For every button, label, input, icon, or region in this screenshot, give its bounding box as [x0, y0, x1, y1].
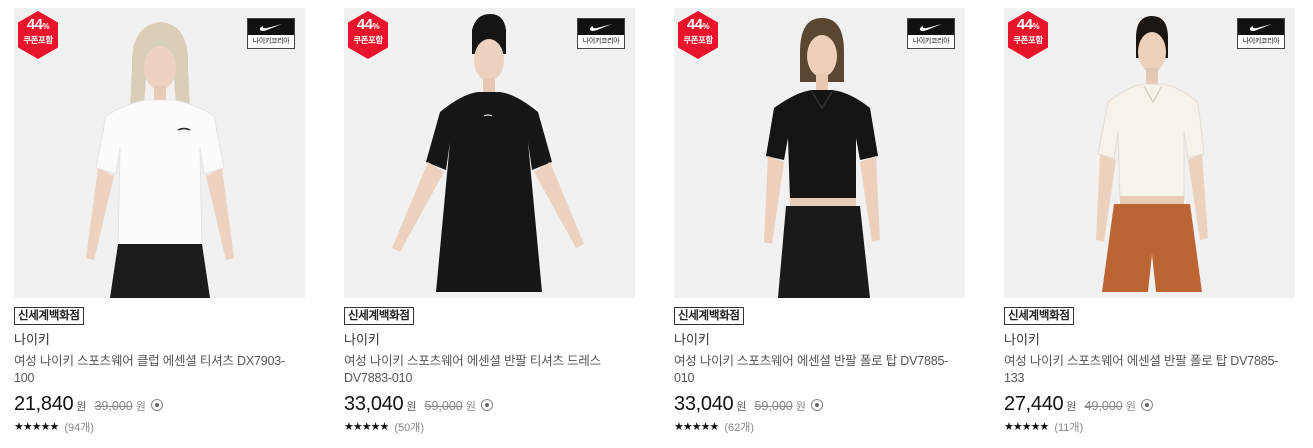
brand-logo-label: 나이키코리아: [912, 38, 950, 45]
price-info-icon[interactable]: [150, 399, 163, 411]
currency-unit: 원: [736, 401, 747, 413]
rating-row: ★★★★★ (62개): [674, 419, 965, 435]
brand-name[interactable]: 나이키: [344, 332, 635, 348]
review-count[interactable]: (11개): [1054, 419, 1083, 435]
product-image[interactable]: 44% 쿠폰포함 나이키코리아: [1004, 8, 1295, 298]
swoosh-icon: [259, 23, 282, 31]
badge-coupon-label: 쿠폰포함: [683, 35, 713, 45]
product-card[interactable]: 44% 쿠폰포함 나이키코리아 신세계백화점 나이키 여성 나이키 스포츠웨어 …: [14, 8, 305, 435]
currency-unit: 원: [406, 401, 417, 413]
badge-coupon-label: 쿠폰포함: [353, 35, 383, 45]
star-rating: ★★★★★: [1004, 421, 1049, 433]
sale-price: 27,440: [1004, 393, 1064, 415]
price-row: 33,040 원 59,000 원: [344, 393, 635, 416]
brand-name[interactable]: 나이키: [1004, 332, 1295, 348]
product-image[interactable]: 44% 쿠폰포함 나이키코리아: [14, 8, 305, 298]
currency-unit: 원: [1066, 401, 1077, 413]
badge-coupon-label: 쿠폰포함: [1013, 35, 1043, 45]
brand-name[interactable]: 나이키: [14, 332, 305, 348]
store-tag: 신세계백화점: [1004, 307, 1074, 325]
swoosh-icon: [1249, 23, 1272, 31]
price-info-icon[interactable]: [810, 399, 823, 411]
price-row: 21,840 원 39,000 원: [14, 393, 305, 416]
badge-coupon-label: 쿠폰포함: [23, 35, 53, 45]
star-rating: ★★★★★: [344, 421, 389, 433]
store-tag: 신세계백화점: [14, 307, 84, 325]
product-title[interactable]: 여성 나이키 스포츠웨어 에센셜 반팔 폴로 탑 DV7885-010: [674, 353, 965, 387]
rating-row: ★★★★★ (11개): [1004, 419, 1295, 435]
review-count[interactable]: (62개): [724, 419, 754, 435]
discount-badge: 44% 쿠폰포함: [676, 10, 720, 60]
badge-percent: 44: [1016, 16, 1033, 33]
brand-logo: 나이키코리아: [907, 18, 955, 49]
brand-name[interactable]: 나이키: [674, 332, 965, 348]
sale-price: 33,040: [674, 393, 734, 415]
brand-logo-label: 나이키코리아: [252, 38, 290, 45]
price-info-icon[interactable]: [480, 399, 493, 411]
star-rating: ★★★★★: [674, 421, 719, 433]
product-card[interactable]: 44% 쿠폰포함 나이키코리아 신세계백화점 나이키 여성 나이키 스포츠웨어 …: [1004, 8, 1295, 435]
review-count[interactable]: (50개): [394, 419, 424, 435]
store-tag: 신세계백화점: [674, 307, 744, 325]
price-row: 27,440 원 49,000 원: [1004, 393, 1295, 416]
badge-percent-unit: %: [702, 22, 710, 31]
discount-badge: 44% 쿠폰포함: [1006, 10, 1050, 60]
brand-logo: 나이키코리아: [247, 18, 295, 49]
rating-row: ★★★★★ (94개): [14, 419, 305, 435]
product-image[interactable]: 44% 쿠폰포함 나이키코리아: [674, 8, 965, 298]
swoosh-icon: [589, 23, 612, 31]
swoosh-icon: [919, 23, 942, 31]
brand-logo: 나이키코리아: [577, 18, 625, 49]
star-rating: ★★★★★: [14, 421, 59, 433]
rating-row: ★★★★★ (50개): [344, 419, 635, 435]
discount-badge: 44% 쿠폰포함: [16, 10, 60, 60]
sale-price: 33,040: [344, 393, 404, 415]
currency-unit: 원: [465, 401, 476, 413]
original-price: 39,000: [94, 399, 133, 413]
original-price: 49,000: [1084, 399, 1123, 413]
store-tag: 신세계백화점: [344, 307, 414, 325]
currency-unit: 원: [1125, 401, 1136, 413]
badge-percent: 44: [26, 16, 43, 33]
price-row: 33,040 원 59,000 원: [674, 393, 965, 416]
currency-unit: 원: [795, 401, 806, 413]
badge-percent-unit: %: [42, 22, 50, 31]
brand-logo: 나이키코리아: [1237, 18, 1285, 49]
product-title[interactable]: 여성 나이키 스포츠웨어 에센셜 반팔 티셔츠 드레스 DV7883-010: [344, 353, 635, 387]
badge-percent-unit: %: [1032, 22, 1040, 31]
sale-price: 21,840: [14, 393, 74, 415]
product-card[interactable]: 44% 쿠폰포함 나이키코리아 신세계백화점 나이키 여성 나이키 스포츠웨어 …: [674, 8, 965, 435]
product-card[interactable]: 44% 쿠폰포함 나이키코리아 신세계백화점 나이키 여성 나이키 스포츠웨어 …: [344, 8, 635, 435]
product-grid: 44% 쿠폰포함 나이키코리아 신세계백화점 나이키 여성 나이키 스포츠웨어 …: [0, 0, 1313, 448]
discount-badge: 44% 쿠폰포함: [346, 10, 390, 60]
product-title[interactable]: 여성 나이키 스포츠웨어 클럽 에센셜 티셔츠 DX7903-100: [14, 353, 305, 387]
product-title[interactable]: 여성 나이키 스포츠웨어 에센셜 반팔 폴로 탑 DV7885-133: [1004, 353, 1295, 387]
currency-unit: 원: [76, 401, 87, 413]
currency-unit: 원: [135, 401, 146, 413]
brand-logo-label: 나이키코리아: [582, 38, 620, 45]
badge-percent: 44: [686, 16, 703, 33]
badge-percent: 44: [356, 16, 373, 33]
original-price: 59,000: [424, 399, 463, 413]
badge-percent-unit: %: [372, 22, 380, 31]
price-info-icon[interactable]: [1140, 399, 1153, 411]
original-price: 59,000: [754, 399, 793, 413]
product-image[interactable]: 44% 쿠폰포함 나이키코리아: [344, 8, 635, 298]
review-count[interactable]: (94개): [64, 419, 94, 435]
brand-logo-label: 나이키코리아: [1242, 38, 1280, 45]
